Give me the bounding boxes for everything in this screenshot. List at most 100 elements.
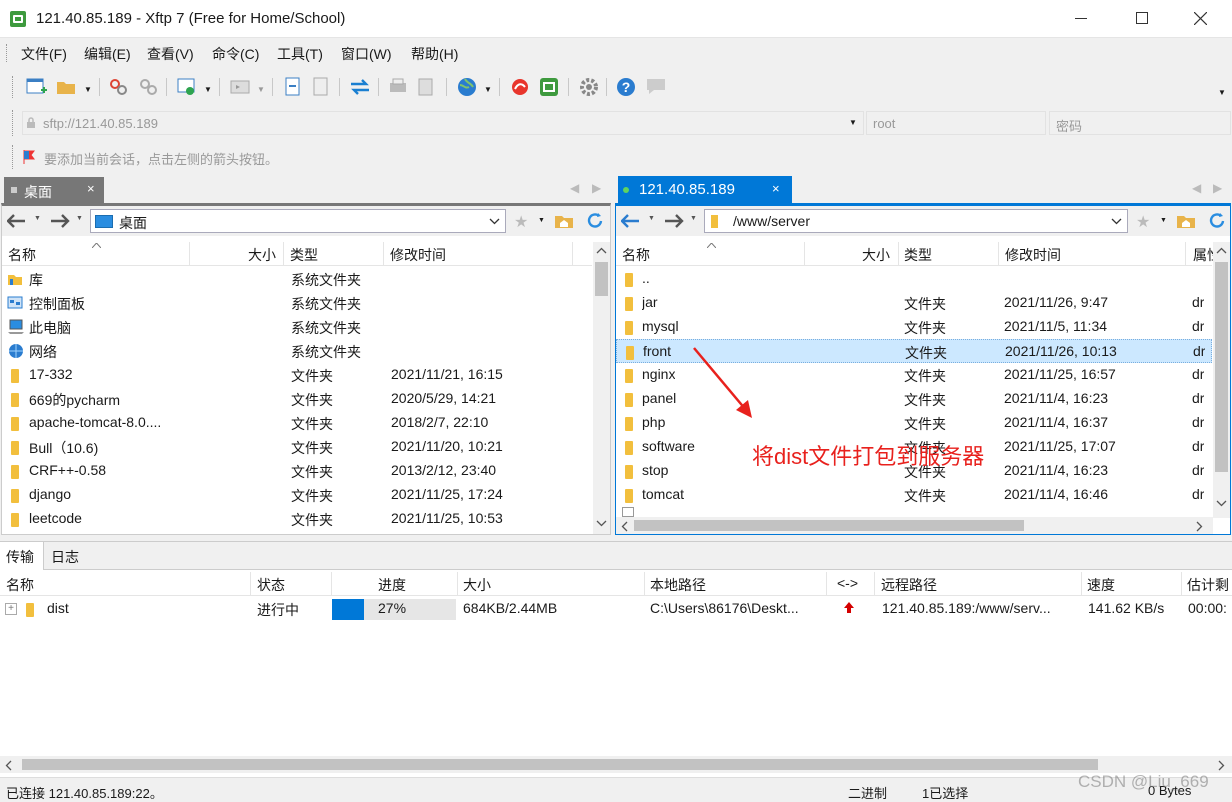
- scroll-right-icon[interactable]: [1196, 521, 1203, 532]
- favorite-star-icon[interactable]: ★: [514, 212, 528, 232]
- list-item[interactable]: jar 文件夹 2021/11/26, 9:47 dr: [616, 291, 1212, 315]
- favorite-star-icon[interactable]: ★: [1136, 212, 1150, 232]
- host-input[interactable]: sftp://121.40.85.189: [43, 116, 158, 131]
- col-size[interactable]: 大小: [463, 575, 491, 595]
- close-icon[interactable]: [1194, 12, 1207, 25]
- tab-scroll-left-icon[interactable]: ◀: [570, 181, 579, 195]
- bookmark-flag-icon[interactable]: [22, 149, 36, 165]
- scroll-up-icon[interactable]: [596, 247, 607, 254]
- xshell-icon[interactable]: [509, 76, 531, 98]
- maximize-icon[interactable]: [1136, 12, 1148, 24]
- scroll-left-icon[interactable]: [621, 521, 628, 532]
- col-modified[interactable]: 修改时间: [390, 245, 446, 265]
- local-path-combo[interactable]: 桌面: [90, 209, 506, 233]
- menu-tools[interactable]: 工具(T): [277, 44, 323, 64]
- tab-remote-close-icon[interactable]: ×: [772, 181, 780, 196]
- column-divider[interactable]: [644, 572, 645, 596]
- column-divider[interactable]: [1081, 572, 1082, 596]
- tab-scroll-right-icon[interactable]: ▶: [592, 181, 601, 195]
- globe-dropdown-icon[interactable]: ▼: [484, 85, 492, 94]
- menu-edit[interactable]: 编辑(E): [84, 44, 131, 64]
- tab-transfer[interactable]: 传输: [0, 542, 44, 570]
- menu-file[interactable]: 文件(F): [21, 44, 67, 64]
- globe-icon[interactable]: [456, 76, 478, 98]
- list-item[interactable]: mysql 文件夹 2021/11/5, 11:34 dr: [616, 315, 1212, 339]
- list-item[interactable]: Bull（10.6) 文件夹 2021/11/20, 10:21: [2, 435, 592, 459]
- back-dropdown-icon[interactable]: ▼: [648, 215, 655, 222]
- scroll-thumb[interactable]: [1215, 262, 1228, 472]
- back-dropdown-icon[interactable]: ▼: [34, 215, 41, 222]
- tab-scroll-right-icon[interactable]: ▶: [1213, 181, 1222, 195]
- forward-arrow-icon[interactable]: [664, 214, 684, 228]
- open-folder-icon[interactable]: [56, 76, 78, 98]
- column-divider[interactable]: [572, 242, 573, 266]
- path-dropdown-icon[interactable]: [1111, 218, 1122, 225]
- settings-gear-icon[interactable]: [578, 76, 600, 98]
- disconnect-icon[interactable]: [138, 76, 160, 98]
- col-type[interactable]: 类型: [290, 245, 318, 265]
- list-item[interactable]: tomcat 文件夹 2021/11/4, 16:46 dr: [616, 483, 1212, 507]
- remote-horizontal-scrollbar[interactable]: [616, 517, 1213, 534]
- col-size[interactable]: 大小: [248, 245, 276, 265]
- minimize-icon[interactable]: [1075, 18, 1087, 19]
- list-item[interactable]: 控制面板 系统文件夹: [2, 291, 592, 315]
- col-name[interactable]: 名称: [622, 245, 650, 265]
- column-divider[interactable]: [804, 242, 805, 266]
- col-remote-path[interactable]: 远程路径: [881, 575, 937, 595]
- back-arrow-icon[interactable]: [7, 214, 27, 228]
- column-divider[interactable]: [998, 242, 999, 266]
- col-eta[interactable]: 估计剩: [1187, 575, 1229, 595]
- column-divider[interactable]: [250, 572, 251, 596]
- column-divider[interactable]: [283, 242, 284, 266]
- remote-path-combo[interactable]: /www/server: [704, 209, 1128, 233]
- scroll-thumb[interactable]: [634, 520, 1024, 531]
- list-item[interactable]: django 文件夹 2021/11/25, 17:24: [2, 483, 592, 507]
- scroll-thumb[interactable]: [595, 262, 608, 296]
- scroll-right-icon[interactable]: [1218, 760, 1225, 771]
- local-path-input[interactable]: 桌面: [119, 213, 147, 233]
- help-icon[interactable]: ?: [615, 76, 637, 98]
- home-folder-icon[interactable]: [1176, 213, 1196, 229]
- open-dropdown-icon[interactable]: ▼: [84, 85, 92, 94]
- xftp-icon[interactable]: [538, 76, 560, 98]
- favorite-dropdown-icon[interactable]: ▼: [538, 217, 545, 224]
- list-item[interactable]: CRF++-0.58 文件夹 2013/2/12, 23:40: [2, 459, 592, 483]
- col-type[interactable]: 类型: [904, 245, 932, 265]
- col-name[interactable]: 名称: [6, 575, 34, 595]
- list-item[interactable]: leetcode 文件夹 2021/11/25, 10:53: [2, 507, 592, 531]
- column-divider[interactable]: [874, 572, 875, 596]
- path-dropdown-icon[interactable]: [489, 218, 500, 225]
- host-dropdown-icon[interactable]: ▼: [849, 118, 857, 127]
- remote-vertical-scrollbar[interactable]: [1213, 242, 1230, 518]
- col-progress[interactable]: 进度: [378, 575, 406, 595]
- col-status[interactable]: 状态: [257, 575, 285, 595]
- column-divider[interactable]: [898, 242, 899, 266]
- forward-dropdown-icon[interactable]: ▼: [76, 215, 83, 222]
- tab-scroll-left-icon[interactable]: ◀: [1192, 181, 1201, 195]
- chat-icon[interactable]: [645, 76, 667, 98]
- column-divider[interactable]: [457, 572, 458, 596]
- sync-icon[interactable]: [349, 76, 371, 98]
- list-item[interactable]: ..: [616, 267, 1212, 291]
- back-arrow-icon[interactable]: [621, 214, 641, 228]
- tab-log[interactable]: 日志: [51, 547, 79, 567]
- menu-window[interactable]: 窗口(W): [341, 44, 392, 64]
- column-divider[interactable]: [1185, 242, 1186, 266]
- list-item[interactable]: 网络 系统文件夹: [2, 339, 592, 363]
- scroll-up-icon[interactable]: [1216, 247, 1227, 254]
- tab-local[interactable]: 桌面 ×: [4, 177, 104, 203]
- password-input[interactable]: 密码: [1049, 111, 1231, 135]
- menu-view[interactable]: 查看(V): [147, 44, 194, 64]
- refresh-icon[interactable]: [1207, 212, 1227, 230]
- column-divider[interactable]: [331, 572, 332, 596]
- scroll-left-icon[interactable]: [5, 760, 12, 771]
- new-session-icon[interactable]: [26, 76, 48, 98]
- column-divider[interactable]: [826, 572, 827, 596]
- column-divider[interactable]: [1181, 572, 1182, 596]
- home-folder-icon[interactable]: [554, 213, 574, 229]
- col-name[interactable]: 名称: [8, 245, 36, 265]
- forward-arrow-icon[interactable]: [50, 214, 70, 228]
- properties-dropdown-icon[interactable]: ▼: [204, 85, 212, 94]
- reconnect-icon[interactable]: [108, 76, 130, 98]
- username-input[interactable]: root: [866, 111, 1046, 135]
